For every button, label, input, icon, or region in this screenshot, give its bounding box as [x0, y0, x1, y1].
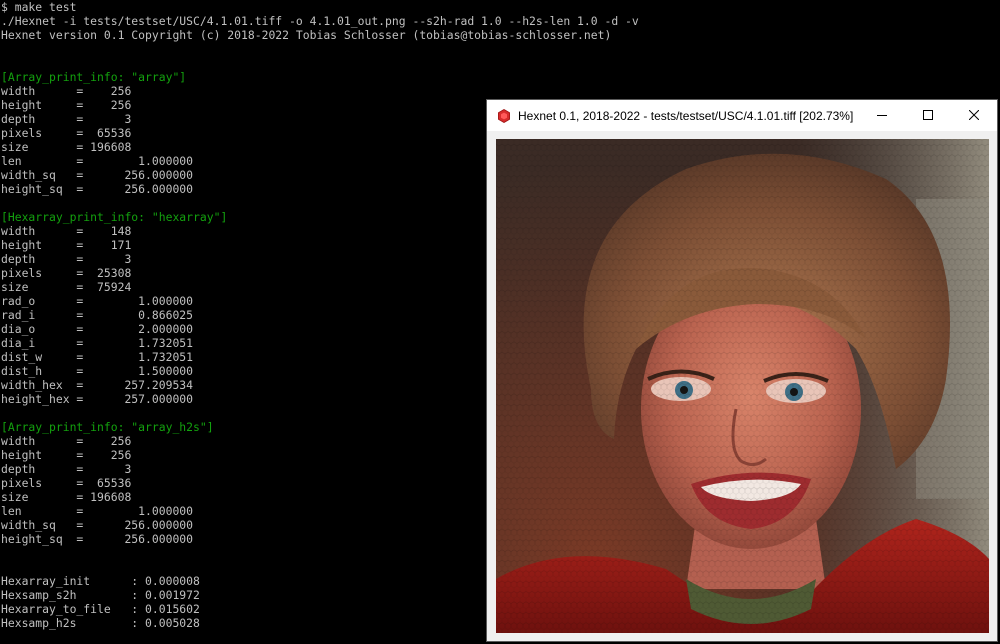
- terminal-output-line: width_sq = 256.000000: [1, 168, 194, 182]
- hexnet-app-icon: [497, 109, 511, 123]
- viewer-titlebar[interactable]: Hexnet 0.1, 2018-2022 - tests/testset/US…: [487, 100, 997, 131]
- terminal-output-line: size = 196608: [1, 490, 132, 504]
- terminal-output-line: depth = 3: [1, 462, 132, 476]
- terminal-output-line: size = 196608: [1, 140, 132, 154]
- terminal-output-line: dia_o = 2.000000: [1, 322, 194, 336]
- terminal-output-line: height = 171: [1, 238, 132, 252]
- minimize-icon: [877, 115, 887, 116]
- terminal-output-line: width_hex = 257.209534: [1, 378, 194, 392]
- terminal-output-line: $ make test: [1, 0, 77, 14]
- terminal-output-line: width = 256: [1, 434, 132, 448]
- terminal-output-line: pixels = 25308: [1, 266, 132, 280]
- minimize-button[interactable]: [859, 100, 905, 131]
- terminal-output-line: dist_w = 1.732051: [1, 350, 194, 364]
- hexagonal-image-view[interactable]: [496, 139, 989, 633]
- terminal-output-line: height_sq = 256.000000: [1, 182, 194, 196]
- terminal-output-line: width_sq = 256.000000: [1, 518, 194, 532]
- terminal-section-header: [Array_print_info: "array_h2s"]: [1, 420, 214, 434]
- viewer-client-area: [487, 131, 997, 641]
- terminal-section-header: [Array_print_info: "array"]: [1, 70, 187, 84]
- terminal-output-line: Hexarray_init : 0.000008: [1, 574, 200, 588]
- terminal-output-line: width = 256: [1, 84, 132, 98]
- terminal-output-line: depth = 3: [1, 112, 132, 126]
- terminal-output-line: Hexsamp_s2h : 0.001972: [1, 588, 200, 602]
- terminal-output-line: width = 148: [1, 224, 132, 238]
- close-button[interactable]: [951, 100, 997, 131]
- terminal-output-line: dist_h = 1.500000: [1, 364, 194, 378]
- terminal-output-line: Hexnet version 0.1 Copyright (c) 2018-20…: [1, 28, 612, 42]
- terminal-output-line: height_sq = 256.000000: [1, 532, 194, 546]
- terminal-output-line: rad_i = 0.866025: [1, 308, 194, 322]
- hexagonal-sampled-portrait-image: [496, 139, 989, 633]
- maximize-icon: [923, 110, 933, 120]
- terminal-output-line: height_hex = 257.000000: [1, 392, 194, 406]
- terminal-output-line: ./Hexnet -i tests/testset/USC/4.1.01.tif…: [1, 14, 639, 28]
- viewer-title: Hexnet 0.1, 2018-2022 - tests/testset/US…: [518, 109, 854, 123]
- close-icon: [969, 110, 979, 120]
- terminal-output-line: Hexsamp_h2s : 0.005028: [1, 616, 200, 630]
- terminal-output-line: depth = 3: [1, 252, 132, 266]
- terminal-section-header: [Hexarray_print_info: "hexarray"]: [1, 210, 228, 224]
- terminal-output-line: len = 1.000000: [1, 504, 194, 518]
- terminal-output-line: Hexarray_to_file : 0.015602: [1, 602, 200, 616]
- terminal-output-line: size = 75924: [1, 280, 132, 294]
- terminal-output-line: height = 256: [1, 448, 132, 462]
- terminal-output-line: height = 256: [1, 98, 132, 112]
- terminal-output-line: len = 1.000000: [1, 154, 194, 168]
- terminal-output-line: dia_i = 1.732051: [1, 336, 194, 350]
- terminal-output-line: rad_o = 1.000000: [1, 294, 194, 308]
- maximize-button[interactable]: [905, 100, 951, 131]
- terminal-output-line: pixels = 65536: [1, 476, 132, 490]
- hexnet-viewer-window[interactable]: Hexnet 0.1, 2018-2022 - tests/testset/US…: [486, 99, 998, 642]
- terminal-output-line: pixels = 65536: [1, 126, 132, 140]
